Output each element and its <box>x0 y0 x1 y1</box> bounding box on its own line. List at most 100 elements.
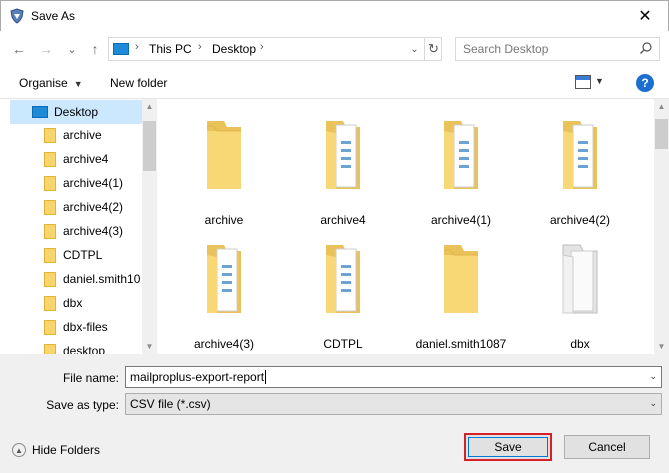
sidebar-item-archive4[interactable]: archive4 <box>0 147 142 171</box>
folder-icon <box>44 199 56 215</box>
hide-folders-label: Hide Folders <box>32 443 101 457</box>
breadcrumb-separator-icon: › <box>260 41 264 53</box>
organise-label: Organise <box>19 76 68 90</box>
file-tile[interactable]: CDTPL <box>288 227 398 351</box>
file-tile[interactable]: dbx <box>525 227 635 351</box>
chevron-up-icon: ▲ <box>12 443 26 457</box>
help-icon[interactable]: ? <box>636 74 654 92</box>
folder-icon <box>44 151 56 167</box>
file-tile[interactable]: archive4 <box>288 103 398 227</box>
sidebar-item-label: archive4(3) <box>63 224 124 238</box>
command-toolbar: Organise ▼ New folder ▼ ? <box>0 67 669 99</box>
sidebar-item-archive4-3[interactable]: archive4(3) <box>0 219 142 243</box>
up-folder-arrow-icon[interactable]: ↑ <box>86 40 104 58</box>
sidebar-item-label: dbx-files <box>63 320 108 334</box>
app-shield-icon <box>10 8 24 24</box>
search-input[interactable]: Search Desktop <box>455 37 660 61</box>
navigation-pane: Desktop archive archive4 archive4(1) arc… <box>0 99 157 354</box>
sidebar-item-label: daniel.smith10 <box>63 272 141 286</box>
organise-button[interactable]: Organise ▼ <box>19 76 83 90</box>
folder-icon <box>44 247 56 263</box>
hide-folders-button[interactable]: ▲ Hide Folders <box>12 443 100 457</box>
folder-icon <box>44 127 56 143</box>
scrollbar-thumb[interactable] <box>655 119 668 149</box>
sidebar-item-label: desktop <box>63 344 106 354</box>
breadcrumb-desktop[interactable]: Desktop <box>212 42 256 56</box>
sidebar-item-label: archive4(2) <box>63 200 124 214</box>
back-arrow-icon[interactable]: ← <box>10 40 28 58</box>
file-name: archive4(2) <box>549 213 611 227</box>
sidebar-item-daniel-smith[interactable]: daniel.smith10 <box>0 267 142 291</box>
save-button-label: Save <box>468 437 548 457</box>
cancel-button[interactable]: Cancel <box>564 435 650 459</box>
save-as-type-label: Save as type: <box>46 398 119 412</box>
sidebar-scrollbar[interactable]: ▲ ▼ <box>142 99 157 354</box>
recent-locations-chevron-icon[interactable]: ⌄ <box>63 40 81 58</box>
this-pc-icon <box>113 43 129 55</box>
file-name: dbx <box>570 337 590 351</box>
chevron-down-icon[interactable]: ⌄ <box>649 371 657 382</box>
window-title: Save As <box>31 9 76 23</box>
breadcrumb-separator-icon: › <box>135 41 139 53</box>
address-bar[interactable]: › This PC › Desktop › ⌄ ↻ <box>108 37 442 61</box>
folder-icon <box>44 271 56 287</box>
file-tile[interactable]: archive4(3) <box>169 227 279 351</box>
folder-empty-icon <box>443 245 478 313</box>
sidebar-item-desktop[interactable]: Desktop <box>10 100 142 124</box>
folder-icon <box>44 295 56 311</box>
file-view-scrollbar[interactable]: ▲ ▼ <box>654 99 669 354</box>
close-icon[interactable]: ✕ <box>622 1 668 31</box>
sidebar-item-desktop-folder[interactable]: desktop <box>0 339 142 354</box>
file-name-field[interactable]: mailproplus-export-report ⌄ <box>125 366 662 388</box>
refresh-icon[interactable]: ↻ <box>424 38 442 60</box>
chevron-down-icon: ⌄ <box>649 398 657 408</box>
address-dropdown-icon[interactable]: ⌄ <box>405 38 424 60</box>
new-folder-button[interactable]: New folder <box>110 76 167 90</box>
scroll-down-icon[interactable]: ▼ <box>142 339 157 354</box>
file-name-label: File name: <box>62 371 119 385</box>
sidebar-item-archive[interactable]: archive <box>0 123 142 147</box>
file-view: archive archive4 archive4(1) archive4(2)… <box>160 99 654 354</box>
forward-arrow-icon[interactable]: → <box>37 40 55 58</box>
sidebar-item-label: archive4(1) <box>63 176 124 190</box>
desktop-icon <box>32 106 48 118</box>
change-view-icon[interactable] <box>575 75 591 89</box>
view-options-chevron-icon[interactable]: ▼ <box>595 76 604 86</box>
file-tile[interactable]: daniel.smith1087@yahoo.com <box>406 227 516 354</box>
save-as-type-select[interactable]: CSV file (*.csv) ⌄ <box>125 393 662 415</box>
file-name: daniel.smith1087@yahoo.com <box>415 337 507 354</box>
file-name: archive4(3) <box>193 337 255 351</box>
breadcrumb-this-pc[interactable]: This PC <box>149 42 192 56</box>
folder-docs-icon <box>326 121 360 189</box>
file-tile[interactable]: archive <box>169 103 279 227</box>
save-as-type-value: CSV file (*.csv) <box>130 397 211 411</box>
scroll-up-icon[interactable]: ▲ <box>142 99 157 114</box>
folder-empty-icon <box>206 121 241 189</box>
sidebar-item-label: dbx <box>63 296 83 310</box>
file-name: archive <box>204 213 244 227</box>
save-form: File name: mailproplus-export-report ⌄ S… <box>0 354 669 424</box>
folder-icon <box>44 175 56 191</box>
folder-icon <box>44 319 56 335</box>
file-name: archive4(1) <box>430 213 492 227</box>
file-tile[interactable]: archive4(2) <box>525 103 635 227</box>
folder-docs-icon <box>326 245 360 313</box>
sidebar-item-dbx-files[interactable]: dbx-files <box>0 315 142 339</box>
scroll-up-icon[interactable]: ▲ <box>654 99 669 114</box>
sidebar-item-archive4-2[interactable]: archive4(2) <box>0 195 142 219</box>
sidebar-item-label: CDTPL <box>63 248 103 262</box>
scrollbar-thumb[interactable] <box>143 121 156 171</box>
folder-docs-icon <box>563 121 597 189</box>
file-name: archive4 <box>320 213 366 227</box>
dialog-footer: ▲ Hide Folders Save Cancel <box>0 424 669 473</box>
sidebar-item-archive4-1[interactable]: archive4(1) <box>0 171 142 195</box>
sidebar-item-label: archive <box>63 128 102 142</box>
file-tile[interactable]: archive4(1) <box>406 103 516 227</box>
sidebar-item-cdtpl[interactable]: CDTPL <box>0 243 142 267</box>
save-button[interactable]: Save <box>464 433 552 461</box>
chevron-down-icon: ▼ <box>73 79 83 89</box>
scroll-down-icon[interactable]: ▼ <box>654 339 669 354</box>
breadcrumb-separator-icon: › <box>198 41 202 53</box>
navigation-bar: ← → ⌄ ↑ › This PC › Desktop › ⌄ ↻ Search… <box>0 31 669 67</box>
sidebar-item-dbx[interactable]: dbx <box>0 291 142 315</box>
